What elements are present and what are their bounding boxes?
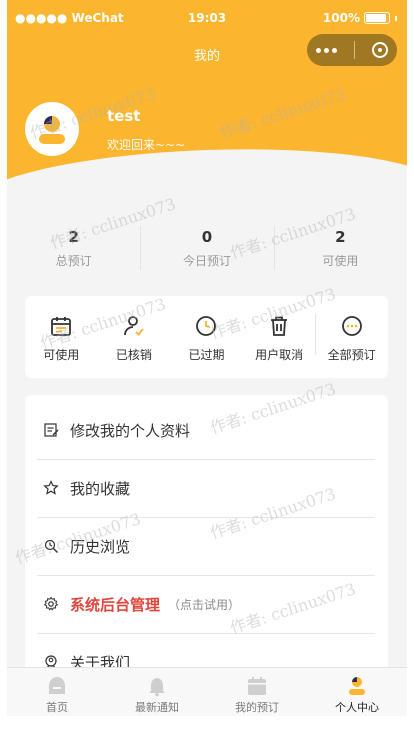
stat-label: 今日预订: [182, 254, 231, 268]
user-name: test: [107, 107, 141, 125]
order-all[interactable]: 全部预订: [315, 296, 388, 378]
stat-usable[interactable]: 2 可使用: [273, 220, 407, 276]
clock-icon: [196, 316, 217, 336]
order-cancelled[interactable]: 用户取消: [243, 296, 316, 378]
booking-stats: 2 总预订 0 今日预订 2 可使用: [7, 220, 407, 276]
profile-header: ●●●●● WeChat 19:03 100% 我的 test 欢迎回来~~~: [7, 0, 407, 219]
order-label: 可使用: [43, 348, 80, 362]
welcome-text: 欢迎回来~~~: [107, 138, 186, 152]
tab-bar: 首页 最新通知 我的预订 个人中心: [7, 667, 407, 716]
edit-icon: [44, 423, 59, 437]
menu-label: 系统后台管理: [70, 595, 161, 614]
stat-label: 可使用: [322, 254, 359, 268]
tab-label: 首页: [46, 701, 68, 714]
stat-today[interactable]: 0 今日预订: [140, 220, 273, 276]
user-check-icon: [123, 316, 144, 336]
order-label: 用户取消: [255, 348, 304, 362]
menu-hint: （点击试用）: [168, 597, 241, 612]
stat-total[interactable]: 2 总预订: [7, 220, 140, 276]
avatar-icon: [39, 116, 65, 144]
order-label: 已过期: [188, 348, 225, 362]
trash-icon: [271, 316, 288, 336]
menu-edit-profile[interactable]: 修改我的个人资料: [37, 401, 375, 460]
battery-percent: 100%: [322, 11, 360, 25]
profile-icon: [349, 677, 365, 695]
tab-label: 我的预订: [235, 701, 279, 714]
menu-favorites[interactable]: 我的收藏: [37, 459, 375, 518]
battery-icon: [364, 12, 390, 24]
order-label: 全部预订: [327, 348, 376, 362]
order-verified[interactable]: 已核销: [98, 296, 171, 378]
order-status-card: 可使用 已核销 已过期 用户取消 全部预订: [25, 296, 388, 378]
stat-value: 2: [335, 228, 346, 246]
stat-value: 2: [68, 228, 79, 246]
tab-profile[interactable]: 个人中心: [307, 668, 407, 716]
history-icon: [44, 539, 58, 553]
star-icon: [43, 480, 59, 495]
tab-notifications[interactable]: 最新通知: [107, 668, 207, 716]
tab-label: 最新通知: [135, 701, 179, 714]
stat-label: 总预订: [55, 254, 92, 268]
menu-label: 历史浏览: [70, 537, 131, 556]
tab-home[interactable]: 首页: [7, 668, 107, 716]
order-label: 已核销: [115, 348, 152, 362]
calendar-icon: [248, 677, 266, 695]
more-menu-icon[interactable]: [315, 47, 337, 53]
gear-icon: [43, 596, 59, 611]
stat-value: 0: [201, 228, 213, 246]
mini-program-capsule: [307, 34, 397, 66]
menu-label: 修改我的个人资料: [70, 421, 191, 440]
home-icon: [49, 677, 65, 694]
menu-label: 我的收藏: [70, 479, 131, 498]
more-circle-icon: [341, 316, 362, 336]
calendar-icon: [51, 317, 72, 336]
tab-label: 个人中心: [335, 701, 379, 714]
order-usable[interactable]: 可使用: [25, 296, 98, 378]
phone-screen: ●●●●● WeChat 19:03 100% 我的 test 欢迎回来~~~: [7, 0, 407, 716]
tab-my-bookings[interactable]: 我的预订: [207, 668, 307, 716]
order-expired[interactable]: 已过期: [170, 296, 243, 378]
menu-history[interactable]: 历史浏览: [37, 517, 375, 576]
status-bar: ●●●●● WeChat 19:03 100%: [7, 8, 407, 28]
bell-icon: [149, 678, 165, 697]
menu-admin[interactable]: 系统后台管理 （点击试用）: [37, 575, 375, 634]
close-mini-program-icon[interactable]: [372, 42, 389, 58]
avatar[interactable]: [25, 102, 79, 156]
